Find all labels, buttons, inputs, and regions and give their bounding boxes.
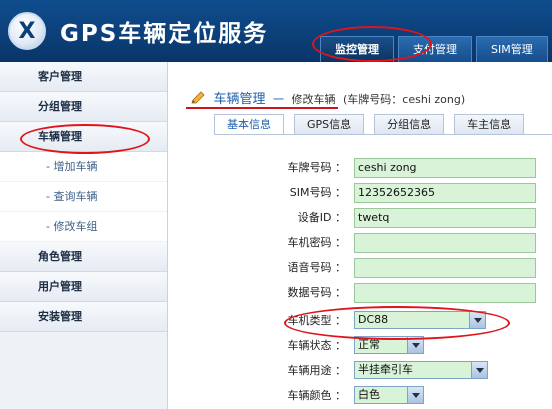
vehicle-status-value: 正常	[358, 338, 380, 351]
app-header: X GPS车辆定位服务 监控管理 支付管理 SIM管理	[0, 0, 552, 62]
sim-number-input[interactable]: 12352652365	[354, 183, 536, 203]
field-label: SIM号码 ：	[289, 186, 346, 199]
plate-number-input[interactable]: ceshi zong	[354, 158, 536, 178]
pencil-icon	[191, 91, 205, 104]
field-label: 车辆颜色 ：	[287, 389, 347, 402]
tab-group-info[interactable]: 分组信息	[374, 114, 445, 134]
logo-icon: X	[8, 12, 46, 50]
breadcrumb: 车辆管理 一 修改车辆 (车牌号码：ceshi zong)	[190, 88, 465, 107]
chevron-down-icon[interactable]	[471, 362, 487, 378]
field-label: 车机类型 ：	[287, 314, 347, 327]
sidebar: 客户管理 分组管理 车辆管理 - 增加车辆 - 查询车辆 - 修改车组 角色管理…	[0, 62, 168, 409]
main-content: 车辆管理 一 修改车辆 (车牌号码：ceshi zong) 基本信息 GPS信息…	[170, 62, 552, 409]
chevron-down-icon[interactable]	[407, 387, 423, 403]
voice-number-input[interactable]	[354, 258, 536, 278]
breadcrumb-dash: 一	[273, 93, 285, 106]
field-label: 数据号码 ：	[287, 286, 347, 299]
sidebar-item-group[interactable]: 分组管理	[0, 92, 167, 122]
chevron-down-icon[interactable]	[469, 312, 485, 328]
field-label: 车牌号码 ：	[287, 161, 347, 174]
sidebar-item-install[interactable]: 安装管理	[0, 302, 167, 332]
sidebar-sub-add-vehicle[interactable]: - 增加车辆	[0, 152, 167, 182]
field-label: 语音号码 ：	[287, 261, 347, 274]
device-type-select[interactable]: DC88	[354, 311, 486, 329]
breadcrumb-plate: (车牌号码：ceshi zong)	[343, 93, 466, 106]
tab-payment[interactable]: 支付管理	[398, 36, 472, 62]
sidebar-item-customer[interactable]: 客户管理	[0, 62, 167, 92]
sidebar-item-user[interactable]: 用户管理	[0, 272, 167, 302]
vehicle-color-select[interactable]: 白色	[354, 386, 424, 404]
tab-owner-info[interactable]: 车主信息	[454, 114, 525, 134]
logo-letter: X	[18, 18, 36, 44]
tab-basic-info[interactable]: 基本信息	[214, 114, 284, 134]
device-password-input[interactable]	[354, 233, 536, 253]
sidebar-item-role[interactable]: 角色管理	[0, 242, 167, 272]
device-id-input[interactable]: twetq	[354, 208, 536, 228]
device-type-value: DC88	[358, 313, 389, 326]
tab-monitor[interactable]: 监控管理	[320, 36, 394, 62]
vehicle-status-select[interactable]: 正常	[354, 336, 424, 354]
app-title: GPS车辆定位服务	[60, 21, 269, 47]
sidebar-sub-edit-group[interactable]: - 修改车组	[0, 212, 167, 242]
chevron-down-icon[interactable]	[407, 337, 423, 353]
field-label: 车辆状态 ：	[287, 339, 347, 352]
field-label: 车机密码 ：	[287, 236, 347, 249]
sidebar-item-vehicle[interactable]: 车辆管理	[0, 122, 167, 152]
top-nav: 监控管理 支付管理 SIM管理	[320, 36, 552, 62]
field-label: 设备ID ：	[297, 211, 346, 224]
vehicle-use-value: 半挂牵引车	[358, 363, 413, 376]
breadcrumb-sub: 修改车辆	[291, 93, 336, 106]
tab-gps-info[interactable]: GPS信息	[294, 114, 365, 134]
data-number-input[interactable]	[354, 283, 536, 303]
vehicle-use-select[interactable]: 半挂牵引车	[354, 361, 488, 379]
field-label: 车辆用途 ：	[287, 364, 347, 377]
tab-divider	[214, 134, 552, 135]
vehicle-color-value: 白色	[358, 388, 380, 401]
tab-sim[interactable]: SIM管理	[476, 36, 548, 62]
highlight-underline	[186, 107, 338, 109]
breadcrumb-main[interactable]: 车辆管理	[214, 92, 266, 107]
sidebar-sub-query-vehicle[interactable]: - 查询车辆	[0, 182, 167, 212]
content-tabs: 基本信息 GPS信息 分组信息 车主信息	[214, 114, 534, 134]
